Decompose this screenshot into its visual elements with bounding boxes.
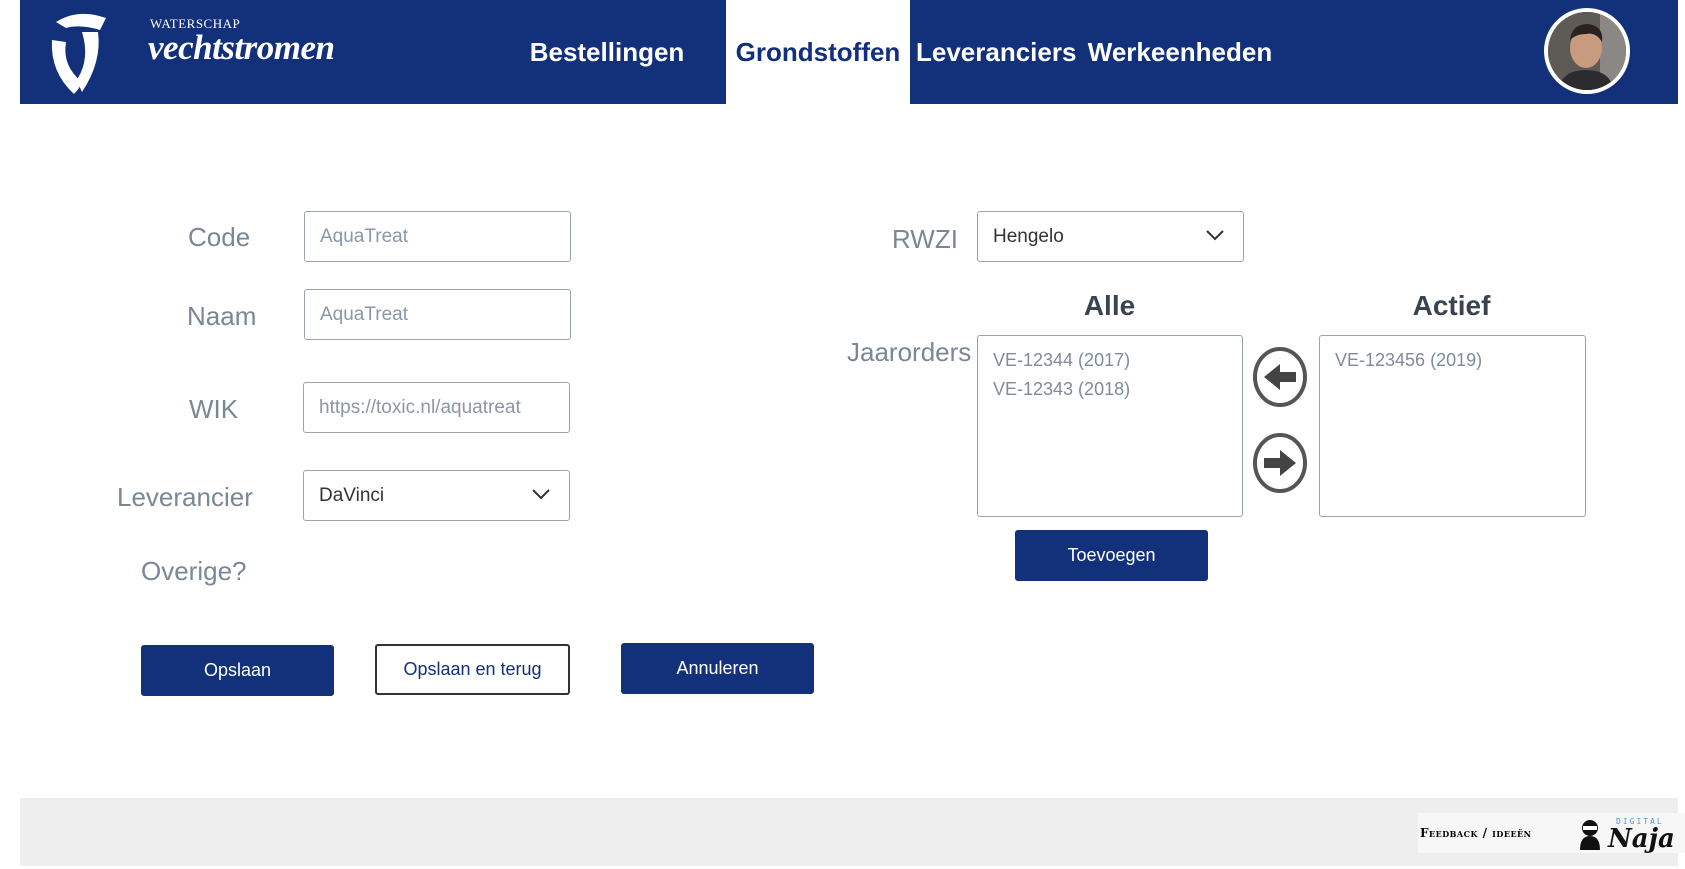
wik-input[interactable]	[303, 382, 570, 433]
actief-listbox[interactable]: VE-123456 (2019)	[1319, 335, 1586, 517]
jaarorders-label: Jaarorders	[847, 337, 972, 367]
rwzi-value: Hengelo	[993, 226, 1064, 247]
actief-title: Actief	[1412, 290, 1491, 321]
top-header: WATERSCHAP vechtstromen Bestellingen Gro…	[20, 0, 1678, 104]
arrow-right-icon	[1253, 433, 1307, 493]
wik-label: WIK	[189, 394, 239, 424]
save-button[interactable]: Opslaan	[141, 645, 334, 696]
logo-big-text: vechtstromen	[148, 28, 335, 67]
chevron-down-icon	[532, 489, 550, 500]
nav-werkeenheden[interactable]: Werkeenheden	[1082, 0, 1278, 104]
nav-bestellingen[interactable]: Bestellingen	[492, 0, 722, 104]
leverancier-select[interactable]: DaVinci	[303, 470, 570, 521]
arrow-left-icon	[1253, 347, 1307, 407]
feedback-link[interactable]: Feedback / ideeën DIGITAL Naja	[1418, 813, 1685, 854]
code-label: Code	[188, 222, 251, 252]
list-item[interactable]: VE-12344 (2017)	[993, 346, 1227, 375]
alle-title: Alle	[1083, 290, 1136, 321]
logo-mark-icon	[51, 13, 106, 94]
save-and-back-button[interactable]: Opslaan en terug	[375, 644, 570, 695]
cancel-button[interactable]: Annuleren	[621, 643, 814, 694]
move-left-button[interactable]	[1252, 346, 1308, 408]
chevron-down-icon	[1206, 230, 1224, 241]
add-button[interactable]: Toevoegen	[1015, 530, 1208, 581]
feedback-text: Feedback / ideeën	[1420, 826, 1532, 840]
brand-big-text: Naja	[1608, 824, 1675, 854]
user-photo	[1548, 12, 1626, 90]
nav-leveranciers[interactable]: Leveranciers	[916, 0, 1076, 104]
list-item[interactable]: VE-12343 (2018)	[993, 375, 1227, 404]
vechtstromen-logo[interactable]: WATERSCHAP vechtstromen	[48, 12, 348, 96]
rwzi-select[interactable]: Hengelo	[977, 211, 1244, 262]
user-avatar[interactable]	[1544, 8, 1630, 94]
rwzi-label: RWZI	[892, 224, 958, 254]
leverancier-label: Leverancier	[117, 482, 253, 512]
alle-listbox[interactable]: VE-12344 (2017) VE-12343 (2018)	[977, 335, 1243, 517]
move-right-button[interactable]	[1252, 432, 1308, 494]
ninja-icon	[1580, 820, 1600, 850]
naam-label: Naam	[187, 301, 257, 331]
nav-grondstoffen[interactable]: Grondstoffen	[726, 0, 910, 104]
naam-input[interactable]	[304, 289, 571, 340]
code-input[interactable]	[304, 211, 571, 262]
overige-label: Overige?	[141, 556, 247, 586]
leverancier-value: DaVinci	[319, 485, 385, 506]
list-item[interactable]: VE-123456 (2019)	[1335, 346, 1570, 375]
